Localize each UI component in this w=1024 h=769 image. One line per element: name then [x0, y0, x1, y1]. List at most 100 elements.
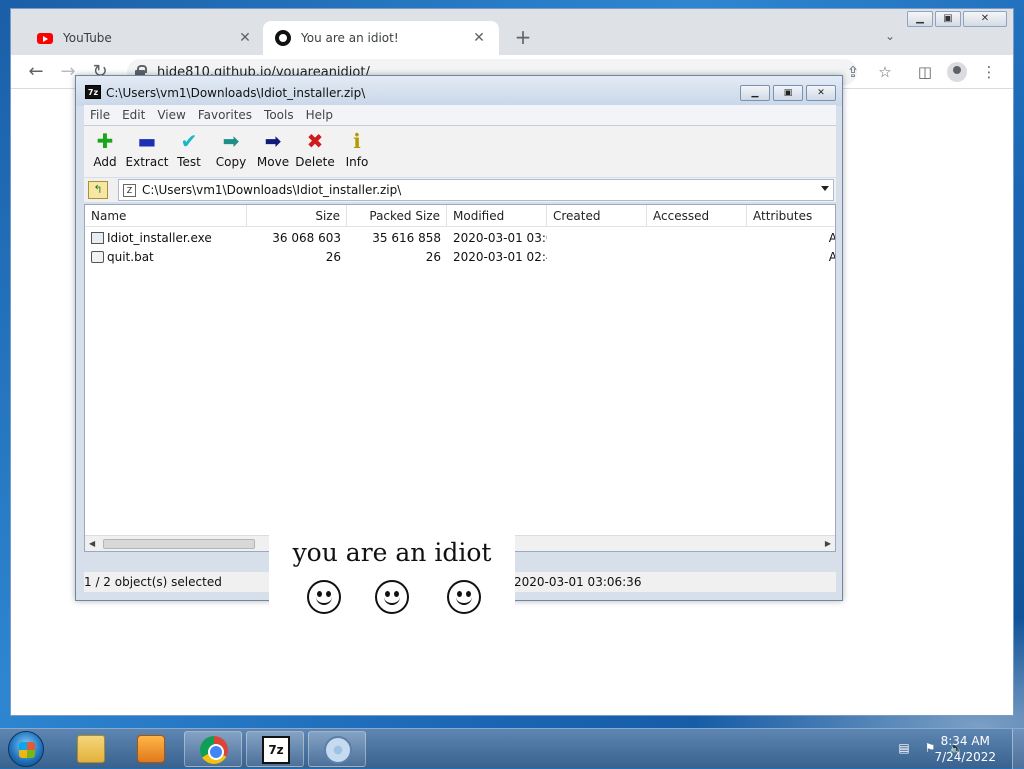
clock[interactable]: 8:34 AM 7/24/2022	[934, 733, 996, 765]
atom-app-icon	[324, 736, 352, 764]
7zip-window-controls: ▁ ▣ ✕	[737, 85, 836, 101]
tab-you-are-an-idiot[interactable]: You are an idiot! ✕	[263, 21, 499, 55]
extract-icon: ▬	[137, 129, 157, 153]
share-icon[interactable]: ⇪	[843, 62, 863, 82]
info-icon: ℹ	[353, 129, 361, 153]
path-combobox[interactable]: Z C:\Users\vm1\Downloads\Idiot_installer…	[118, 179, 834, 201]
extract-button[interactable]: ▬ Extract	[126, 126, 169, 177]
copy-button[interactable]: ➡ Copy	[210, 126, 252, 177]
info-label: Info	[345, 155, 369, 169]
bookmark-star-icon[interactable]: ☆	[875, 62, 895, 82]
close-button[interactable]: ✕	[963, 11, 1007, 27]
menu-file[interactable]: File	[90, 108, 110, 122]
exe-file-icon	[91, 232, 104, 244]
menu-edit[interactable]: Edit	[122, 108, 145, 122]
show-desktop-button[interactable]	[1012, 729, 1024, 769]
col-modified[interactable]: Modified	[447, 205, 547, 227]
7zip-maximize-button[interactable]: ▣	[773, 85, 803, 101]
profile-avatar-icon[interactable]	[947, 62, 967, 82]
tab-youtube[interactable]: YouTube ✕	[25, 21, 265, 55]
scroll-right-icon[interactable]: ▶	[825, 539, 831, 548]
copy-icon: ➡	[222, 129, 240, 153]
col-attributes[interactable]: Attributes	[747, 205, 835, 227]
back-button[interactable]: ←	[25, 61, 47, 83]
start-button[interactable]	[8, 731, 44, 767]
tab-search-chevron-icon[interactable]: ⌄	[885, 29, 895, 43]
menu-help[interactable]: Help	[306, 108, 333, 122]
col-created[interactable]: Created	[547, 205, 647, 227]
minimize-button[interactable]: ▁	[907, 11, 933, 27]
menu-favorites[interactable]: Favorites	[198, 108, 252, 122]
tab-title: You are an idiot!	[301, 31, 399, 45]
network-icon[interactable]: ▤	[896, 741, 912, 755]
smiley-icon	[375, 580, 409, 614]
up-folder-icon[interactable]: ↰	[88, 181, 108, 199]
bat-file-icon	[91, 251, 104, 263]
file-modified: 2020-03-01 02:41	[453, 250, 547, 264]
chrome-icon	[200, 736, 228, 764]
col-name[interactable]: Name	[85, 205, 247, 227]
tab-close-icon[interactable]: ✕	[237, 30, 253, 46]
7zip-logo-icon: 7z	[85, 85, 101, 99]
idiot-popup[interactable]: you are an idiot	[269, 534, 515, 638]
status-modified: 2020-03-01 03:06:36	[514, 575, 642, 589]
delete-button[interactable]: ✖ Delete	[294, 126, 336, 177]
col-packed-size[interactable]: Packed Size	[347, 205, 447, 227]
taskbar-media-player[interactable]	[122, 731, 180, 767]
menu-dots-icon[interactable]: ⋮	[979, 62, 999, 82]
clock-date: 7/24/2022	[934, 750, 996, 764]
taskbar-7zip[interactable]: 7z	[246, 731, 304, 767]
media-player-icon	[137, 735, 165, 763]
test-button[interactable]: ✔ Test	[168, 126, 210, 177]
7zip-menubar: File Edit View Favorites Tools Help	[84, 105, 836, 125]
menu-view[interactable]: View	[157, 108, 185, 122]
add-button[interactable]: ✚ Add	[84, 126, 126, 177]
file-packed-size: 26	[425, 250, 441, 264]
info-button[interactable]: ℹ Info	[336, 126, 378, 177]
test-icon: ✔	[180, 129, 198, 153]
scroll-left-icon[interactable]: ◀	[89, 539, 95, 548]
file-packed-size: 35 616 858	[372, 231, 441, 245]
folder-icon	[77, 735, 105, 763]
file-name: Idiot_installer.exe	[107, 231, 212, 245]
idiot-favicon-icon	[275, 30, 291, 46]
7zip-icon: 7z	[262, 736, 290, 764]
table-row[interactable]: Idiot_installer.exe 36 068 603 35 616 85…	[85, 229, 835, 248]
taskbar-app[interactable]	[308, 731, 366, 767]
taskbar: 7z ▤ ⚑ 🔈 8:34 AM 7/24/2022	[0, 728, 1024, 769]
maximize-button[interactable]: ▣	[935, 11, 961, 27]
taskbar-explorer[interactable]	[62, 731, 120, 767]
dropdown-arrow-icon[interactable]	[821, 186, 829, 191]
path-text: C:\Users\vm1\Downloads\Idiot_installer.z…	[142, 183, 402, 197]
7zip-minimize-button[interactable]: ▁	[740, 85, 770, 101]
youtube-favicon-icon	[37, 30, 53, 46]
file-list: Name Size Packed Size Modified Created A…	[84, 204, 836, 552]
7zip-titlebar[interactable]: 7z C:\Users\vm1\Downloads\Idiot_installe…	[76, 76, 842, 106]
delete-icon: ✖	[306, 129, 324, 153]
new-tab-button[interactable]: +	[511, 27, 535, 47]
7zip-address-row: ↰ Z C:\Users\vm1\Downloads\Idiot_install…	[84, 178, 836, 202]
menu-tools[interactable]: Tools	[264, 108, 294, 122]
move-label: Move	[256, 155, 290, 169]
table-row[interactable]: quit.bat 26 26 2020-03-01 02:41 A	[85, 248, 835, 267]
7zip-close-button[interactable]: ✕	[806, 85, 836, 101]
file-name: quit.bat	[107, 250, 154, 264]
smiley-icon	[307, 580, 341, 614]
tab-close-icon[interactable]: ✕	[471, 30, 487, 46]
idiot-text: you are an idiot	[292, 538, 492, 567]
col-accessed[interactable]: Accessed	[647, 205, 747, 227]
taskbar-chrome[interactable]	[184, 731, 242, 767]
copy-label: Copy	[215, 155, 247, 169]
side-panel-icon[interactable]: ◫	[915, 62, 935, 82]
file-list-header: Name Size Packed Size Modified Created A…	[85, 205, 835, 227]
smiley-icon	[447, 580, 481, 614]
col-size[interactable]: Size	[247, 205, 347, 227]
tab-title: YouTube	[63, 31, 112, 45]
add-label: Add	[93, 155, 117, 169]
scroll-thumb[interactable]	[103, 539, 255, 549]
move-button[interactable]: ➡ Move	[252, 126, 294, 177]
tab-strip: YouTube ✕ You are an idiot! ✕ + ⌄ ▁ ▣ ✕	[11, 9, 1013, 55]
windows-logo-icon	[19, 742, 35, 758]
test-label: Test	[177, 155, 201, 169]
file-size: 36 068 603	[272, 231, 341, 245]
